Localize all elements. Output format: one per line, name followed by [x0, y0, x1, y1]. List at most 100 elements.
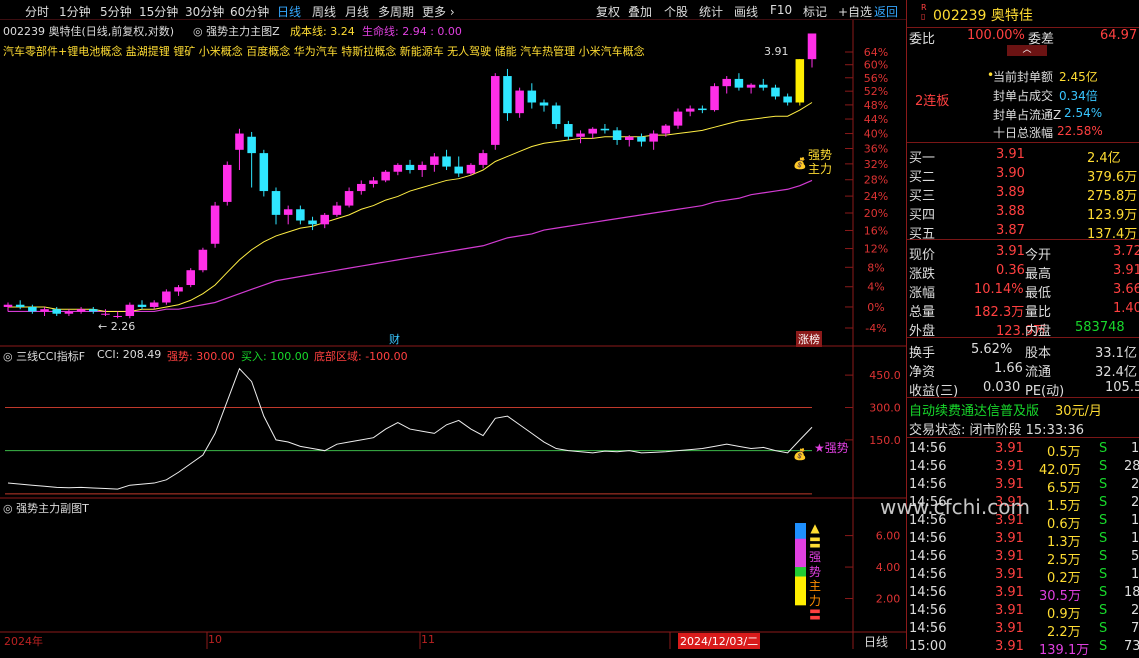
stat-value: 0.36 [996, 263, 1025, 278]
candle-body [722, 78, 731, 87]
stat-value: 3.91 [996, 244, 1025, 259]
stat-label: PE(动) [1025, 384, 1065, 399]
ytick-label: 4.00 [876, 561, 901, 574]
strong-main-bar [795, 595, 806, 606]
sub-char: 主 [808, 579, 821, 593]
value: 0.34倍 [1059, 89, 1098, 103]
candle-body [491, 76, 500, 145]
quote-row: 买一 3.91 2.4亿 [907, 146, 1139, 166]
bid-volume: 379.6万 [1087, 170, 1138, 185]
cci-toggle-icon[interactable]: ◎ [3, 350, 13, 363]
collapse-chevron-icon[interactable]: ︿ [1007, 45, 1047, 56]
low-price-label: ← 2.26 [98, 320, 136, 333]
ad-banner[interactable]: 自动续费通达信普及版 30元/月 [907, 399, 1139, 419]
divider [907, 142, 1139, 143]
quote-row: 涨跌 0.36 最高 3.91 [907, 262, 1139, 282]
sub-char: 强 [808, 550, 821, 564]
indicator-name[interactable]: ◎ 强势主力主图Z [193, 23, 280, 39]
ytick-label: 8% [867, 261, 884, 274]
ytick-label: 2.00 [876, 593, 901, 606]
tick-count: 73 [1124, 639, 1139, 654]
bid-level-label: 买五 [909, 227, 936, 242]
stat-value: 182.3万 [974, 305, 1025, 320]
ytick-label: 56% [864, 72, 888, 85]
cci-strong-label: 强势: 300.00 [167, 350, 235, 363]
cci-bottom-label: 底部区域: -100.00 [314, 350, 408, 363]
candle-body [223, 164, 232, 202]
tick-time: 14:56 [909, 603, 947, 618]
period-indicator[interactable]: 日线 [864, 633, 888, 650]
ad-text[interactable]: 自动续费通达信普及版 [909, 400, 1039, 419]
tick-time: 14:56 [909, 585, 947, 600]
order-ratio-row: 委比 100.00% 委差 64.97 [907, 27, 1139, 47]
stat-value: 0.030 [983, 380, 1021, 395]
xaxis-label: 10 [208, 633, 222, 646]
candle-body [588, 128, 597, 134]
strong-main-bar [795, 576, 806, 587]
tick-price: 3.91 [995, 477, 1024, 492]
moneybag-icon: 💰 [793, 448, 807, 461]
tick-side: S [1099, 441, 1108, 456]
candle-body [478, 153, 488, 165]
sub-char: 〓 [808, 608, 821, 622]
cci-title: ◎ 三线CCI指标F [3, 350, 86, 363]
candle-body [28, 306, 37, 312]
tick-time: 14:56 [909, 549, 947, 564]
candle-body [76, 309, 86, 312]
candle-body [381, 171, 390, 181]
ytick-label: -4% [865, 322, 886, 335]
ytick-label: 300.0 [869, 401, 901, 414]
stat-value: 10.14% [974, 282, 1024, 297]
indicator-toggle-icon[interactable]: ◎ [193, 25, 203, 38]
candle-body [113, 316, 122, 318]
stat-label: 内盘 [1025, 324, 1052, 339]
ytick-label: 12% [864, 243, 888, 256]
tick-time: 14:56 [909, 567, 947, 582]
value: 100.00% [967, 28, 1025, 43]
candle-body [283, 209, 293, 215]
stat-value: 3.91 [1113, 263, 1139, 278]
ytick-label: 48% [864, 99, 888, 112]
ad-price[interactable]: 30元/月 [1055, 400, 1102, 419]
label: 委比 [909, 32, 936, 47]
tick-side: S [1099, 531, 1108, 546]
tick-price: 3.91 [995, 603, 1024, 618]
bid-price: 3.89 [996, 185, 1025, 200]
bid-price: 3.90 [996, 166, 1025, 181]
candle-body [807, 33, 817, 60]
tick-price: 3.91 [995, 585, 1024, 600]
tick-count: 7 [1131, 621, 1139, 636]
quote-row: 买三 3.89 275.8万 [907, 184, 1139, 204]
finance-marker[interactable]: 财 [389, 331, 400, 347]
tick-side: S [1099, 549, 1108, 564]
stat-label: 涨跌 [909, 267, 936, 282]
value: 2.45亿 [1059, 70, 1098, 84]
candle-body [673, 111, 683, 126]
ytick-label: 0% [867, 301, 884, 314]
candle-body [685, 108, 695, 112]
candle-body [15, 304, 25, 307]
sub-char: 〓 [808, 535, 821, 550]
rong-badge-icon: R ▯ [921, 3, 927, 21]
candle-body [369, 180, 378, 184]
cursor-date-label: 2024/12/03/二 [678, 633, 761, 649]
seal-row: 封单占流通Z 2.54% [907, 105, 1139, 124]
sub-char: ▲ [810, 521, 820, 535]
quote-row: 14:56 3.91 42.0万 S 28 [907, 458, 1139, 478]
limit-up-marker[interactable]: 涨榜 [796, 331, 822, 347]
candle-body [576, 133, 585, 137]
bid-volume: 123.9万 [1087, 208, 1138, 223]
kline-chart[interactable]: 64%60%56%52%48%44% 40%36% 32% 28% 24% 20% 16% 1… [0, 0, 906, 649]
stat-value: 33.1亿 [1095, 346, 1137, 361]
sub-toggle-icon[interactable]: ◎ [3, 502, 13, 515]
tick-side: S [1099, 495, 1108, 510]
stat-label: 净资 [909, 365, 936, 380]
strong-main-bar [795, 523, 806, 533]
quote-row: 14:56 3.91 1.3万 S 1 [907, 530, 1139, 550]
stat-value: 3.72 [1113, 244, 1139, 259]
value: 64.97 [1100, 28, 1138, 43]
candle-body [759, 84, 768, 88]
candle-body [442, 156, 451, 167]
quote-row: 换手 5.62% 股本 33.1亿 [907, 341, 1139, 361]
high-price-label: 3.91 [764, 45, 789, 58]
